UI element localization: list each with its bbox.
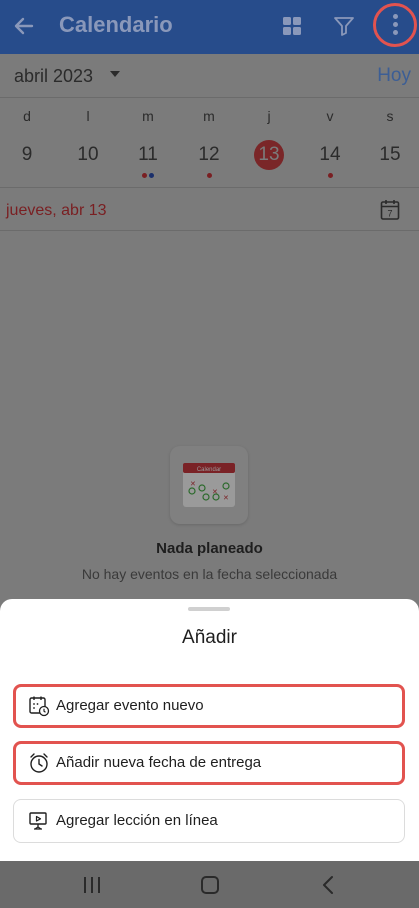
event-dots xyxy=(128,173,168,178)
day-number: 14 xyxy=(319,144,341,165)
weekday-label: d xyxy=(23,108,31,124)
app-bar: Calendario xyxy=(0,0,419,54)
day-cell[interactable]: 9 xyxy=(7,140,47,180)
month-label[interactable]: abril 2023 xyxy=(14,66,93,87)
day-cell[interactable]: 11 xyxy=(128,140,168,180)
sheet-title: Añadir xyxy=(182,627,237,648)
online-lesson-icon xyxy=(28,810,50,832)
more-vert-icon[interactable] xyxy=(373,3,417,47)
page-title: Calendario xyxy=(59,12,173,37)
day-number: 12 xyxy=(198,144,220,165)
system-nav-bar xyxy=(0,861,419,908)
day-number: 10 xyxy=(77,144,99,165)
empty-calendar-illustration: Calendar ✕ ✕ ✕ xyxy=(170,446,248,524)
add-online-lesson-label: Agregar lección en línea xyxy=(56,812,218,829)
selected-date-label: jueves, abr 13 xyxy=(6,202,107,219)
weekday-label: v xyxy=(326,108,334,124)
add-due-date-button[interactable]: Añadir nueva fecha de entrega xyxy=(13,741,405,785)
event-dots xyxy=(370,173,410,178)
add-bottom-sheet: Añadir Agregar evento nuevo Añadir nueva… xyxy=(0,599,419,861)
weekday-label: s xyxy=(386,108,394,124)
svg-text:✕: ✕ xyxy=(223,495,229,502)
event-dots xyxy=(7,173,47,178)
day-cell[interactable]: 13 xyxy=(249,140,289,180)
weekday-label: m xyxy=(203,108,215,124)
chevron-down-icon[interactable] xyxy=(110,71,120,77)
svg-text:Calendar: Calendar xyxy=(197,467,221,473)
event-dot xyxy=(142,173,147,178)
empty-state-title: Nada planeado xyxy=(156,540,263,557)
home-icon[interactable] xyxy=(201,876,219,894)
add-online-lesson-button[interactable]: Agregar lección en línea xyxy=(13,799,405,843)
today-button[interactable]: Hoy xyxy=(377,65,411,87)
month-selector: abril 2023 Hoy xyxy=(0,54,419,98)
selected-date-row: jueves, abr 13 7 xyxy=(0,189,419,231)
calendar-event-icon xyxy=(28,695,50,717)
event-dot xyxy=(327,173,333,178)
weekday-header: d l m m j v s xyxy=(0,108,419,132)
day-cell[interactable]: 10 xyxy=(68,140,108,180)
day-number: 15 xyxy=(379,144,401,165)
event-dot xyxy=(206,173,212,178)
filter-icon[interactable] xyxy=(333,15,355,37)
weekday-label: j xyxy=(267,108,271,124)
sheet-drag-handle[interactable] xyxy=(188,607,230,611)
add-event-label: Agregar evento nuevo xyxy=(56,697,204,714)
week-strip: 9 10 11 12 13 14 15 xyxy=(0,140,419,188)
calendar-today-icon[interactable]: 7 xyxy=(380,199,400,221)
day-cell[interactable]: 14 xyxy=(310,140,350,180)
day-number: 9 xyxy=(21,144,33,165)
add-due-date-label: Añadir nueva fecha de entrega xyxy=(56,754,262,771)
empty-state-subtitle: No hay eventos en la fecha seleccionada xyxy=(81,566,338,582)
svg-text:7: 7 xyxy=(387,209,392,219)
add-event-button[interactable]: Agregar evento nuevo xyxy=(13,684,405,728)
event-dots xyxy=(189,173,229,178)
svg-text:✕: ✕ xyxy=(212,489,218,496)
selected-day-number: 13 xyxy=(254,140,284,170)
grid-view-icon[interactable] xyxy=(282,16,302,36)
day-cell[interactable]: 15 xyxy=(370,140,410,180)
back-icon[interactable] xyxy=(320,875,338,895)
alarm-clock-icon xyxy=(28,752,50,774)
day-cell[interactable]: 12 xyxy=(189,140,229,180)
back-arrow-icon[interactable] xyxy=(12,10,40,42)
event-dots xyxy=(310,173,350,178)
event-dots xyxy=(68,173,108,178)
day-number: 11 xyxy=(138,144,158,165)
weekday-label: m xyxy=(142,108,154,124)
recents-icon[interactable] xyxy=(84,877,102,893)
event-dot xyxy=(149,173,154,178)
weekday-label: l xyxy=(86,108,90,124)
event-dots xyxy=(249,173,289,178)
svg-text:✕: ✕ xyxy=(190,481,196,488)
